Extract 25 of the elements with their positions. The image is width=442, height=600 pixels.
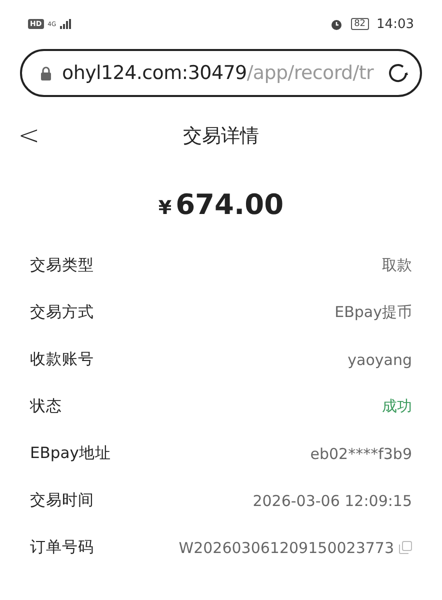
lock-icon [40, 66, 52, 80]
address-bar[interactable]: ohyl124.com:30479/app/record/tr [20, 49, 422, 97]
field-value: yaoyang [348, 350, 412, 368]
field-label: 订单号码 [30, 537, 95, 558]
signal-icon [60, 19, 72, 29]
field-label: EBpay地址 [30, 443, 112, 464]
field-label: 收款账号 [30, 349, 95, 370]
field-value: 成功 [382, 397, 412, 416]
back-button[interactable]: < [14, 121, 44, 151]
field-value: EBpay提币 [334, 303, 412, 322]
field-label: 交易类型 [30, 255, 95, 276]
reload-icon[interactable] [386, 61, 410, 85]
field-label: 交易时间 [30, 490, 95, 511]
field-value: 2026-03-06 12:09:15 [252, 492, 412, 510]
clock-time: 14:03 [376, 16, 414, 32]
field-label: 状态 [30, 396, 63, 417]
url-text: ohyl124.com:30479/app/record/tr [62, 62, 375, 84]
field-value: eb02****f3b9 [310, 444, 412, 462]
amount: ¥674.00 [157, 188, 285, 223]
field-value: 取款 [382, 256, 412, 275]
field-value: W202603061209150023773 [178, 538, 394, 556]
battery-icon: 82 [351, 18, 369, 30]
field-label: 交易方式 [30, 302, 95, 323]
page-title: 交易详情 [183, 124, 259, 149]
alarm-icon [330, 18, 344, 30]
